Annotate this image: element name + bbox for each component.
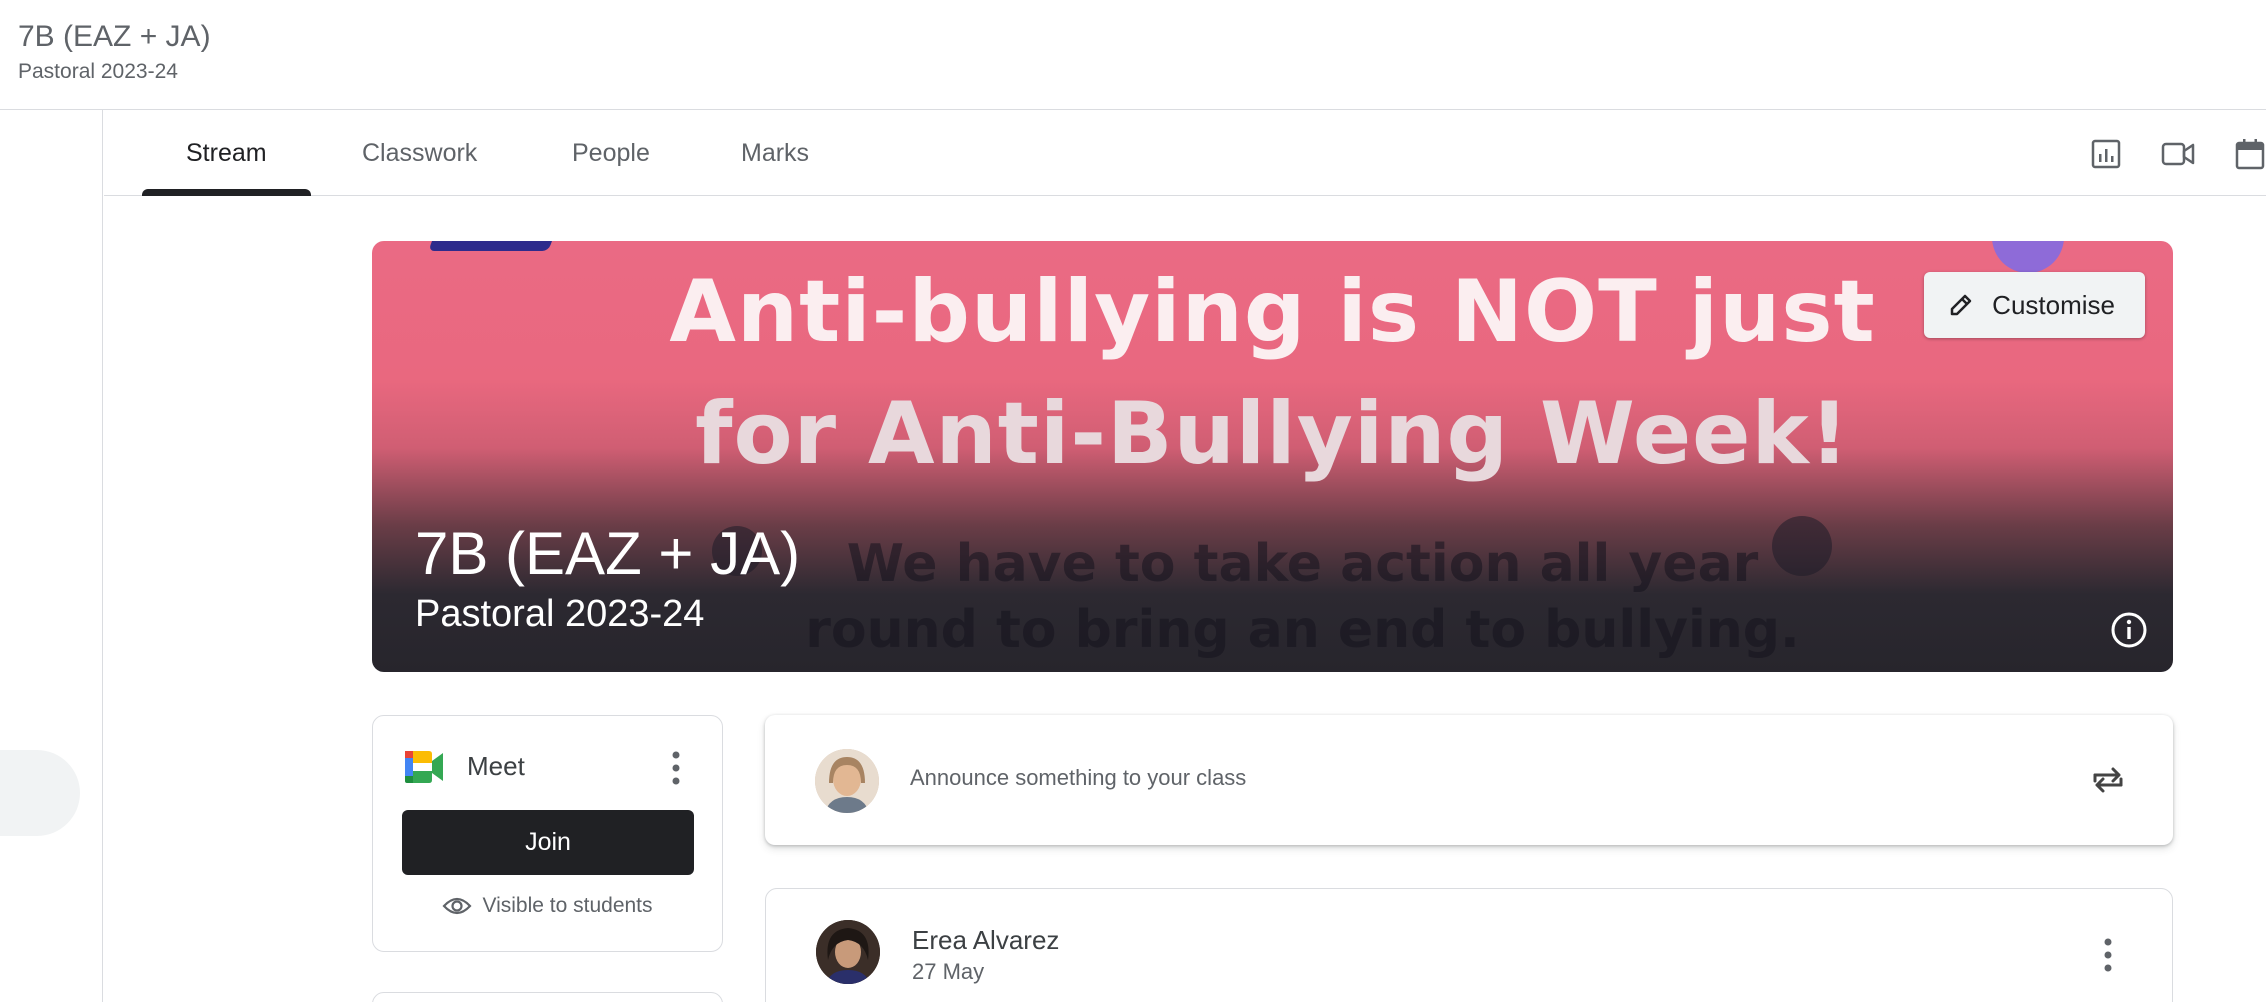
- tab-stream[interactable]: Stream: [142, 110, 311, 196]
- visibility-label: Visible to students: [482, 894, 653, 917]
- meet-card: Meet Join Visible to students: [372, 715, 723, 952]
- banner-class-title: 7B (EAZ + JA): [415, 520, 801, 587]
- class-subtitle: Pastoral 2023-24: [18, 60, 178, 83]
- more-options-icon[interactable]: [2102, 937, 2114, 973]
- tab-classwork[interactable]: Classwork: [318, 110, 521, 196]
- join-meet-button[interactable]: Join: [402, 810, 694, 875]
- video-camera-icon[interactable]: [2160, 136, 2196, 172]
- meet-visibility: Visible to students: [373, 894, 722, 918]
- tab-marks[interactable]: Marks: [697, 110, 853, 196]
- post-date: 27 May: [912, 959, 985, 984]
- class-title: 7B (EAZ + JA): [18, 20, 211, 53]
- banner-headline: Anti-bullying is NOT just for Anti-Bully…: [372, 251, 2173, 495]
- pencil-icon: [1950, 294, 1972, 316]
- analytics-icon[interactable]: [2088, 136, 2124, 172]
- post-author: Erea Alvarez: [912, 925, 1060, 955]
- customise-label: Customise: [1992, 289, 2115, 320]
- announcement-composer[interactable]: Announce something to your class: [765, 715, 2173, 845]
- class-header: 7B (EAZ + JA) Pastoral 2023-24: [0, 0, 2266, 110]
- announce-placeholder: Announce something to your class: [910, 765, 1247, 790]
- banner-headline-line2: for Anti-Bullying Week!: [695, 384, 1850, 484]
- rail-active-item[interactable]: [0, 750, 80, 836]
- customise-button[interactable]: Customise: [1924, 272, 2145, 338]
- banner-class-subtitle: Pastoral 2023-24: [415, 593, 705, 635]
- more-options-icon[interactable]: [670, 750, 682, 786]
- class-tab-bar: Stream Classwork People Marks: [104, 110, 2266, 196]
- meet-title: Meet: [467, 751, 525, 781]
- user-avatar: [815, 749, 879, 813]
- author-avatar: [816, 920, 880, 984]
- tab-people[interactable]: People: [528, 110, 694, 196]
- upcoming-card: [372, 992, 723, 1002]
- eye-icon: [442, 897, 472, 915]
- banner-headline-line1: Anti-bullying is NOT just: [669, 262, 1876, 362]
- left-navigation-rail: [0, 110, 103, 1002]
- class-banner: Anti-bullying is NOT just for Anti-Bully…: [372, 241, 2173, 672]
- calendar-icon[interactable]: [2232, 136, 2266, 172]
- banner-decoration: [428, 241, 556, 251]
- info-icon[interactable]: [2109, 610, 2149, 650]
- stream-post[interactable]: Erea Alvarez 27 May: [765, 888, 2173, 1002]
- reuse-post-icon[interactable]: [2089, 761, 2127, 799]
- google-meet-icon: [405, 751, 443, 783]
